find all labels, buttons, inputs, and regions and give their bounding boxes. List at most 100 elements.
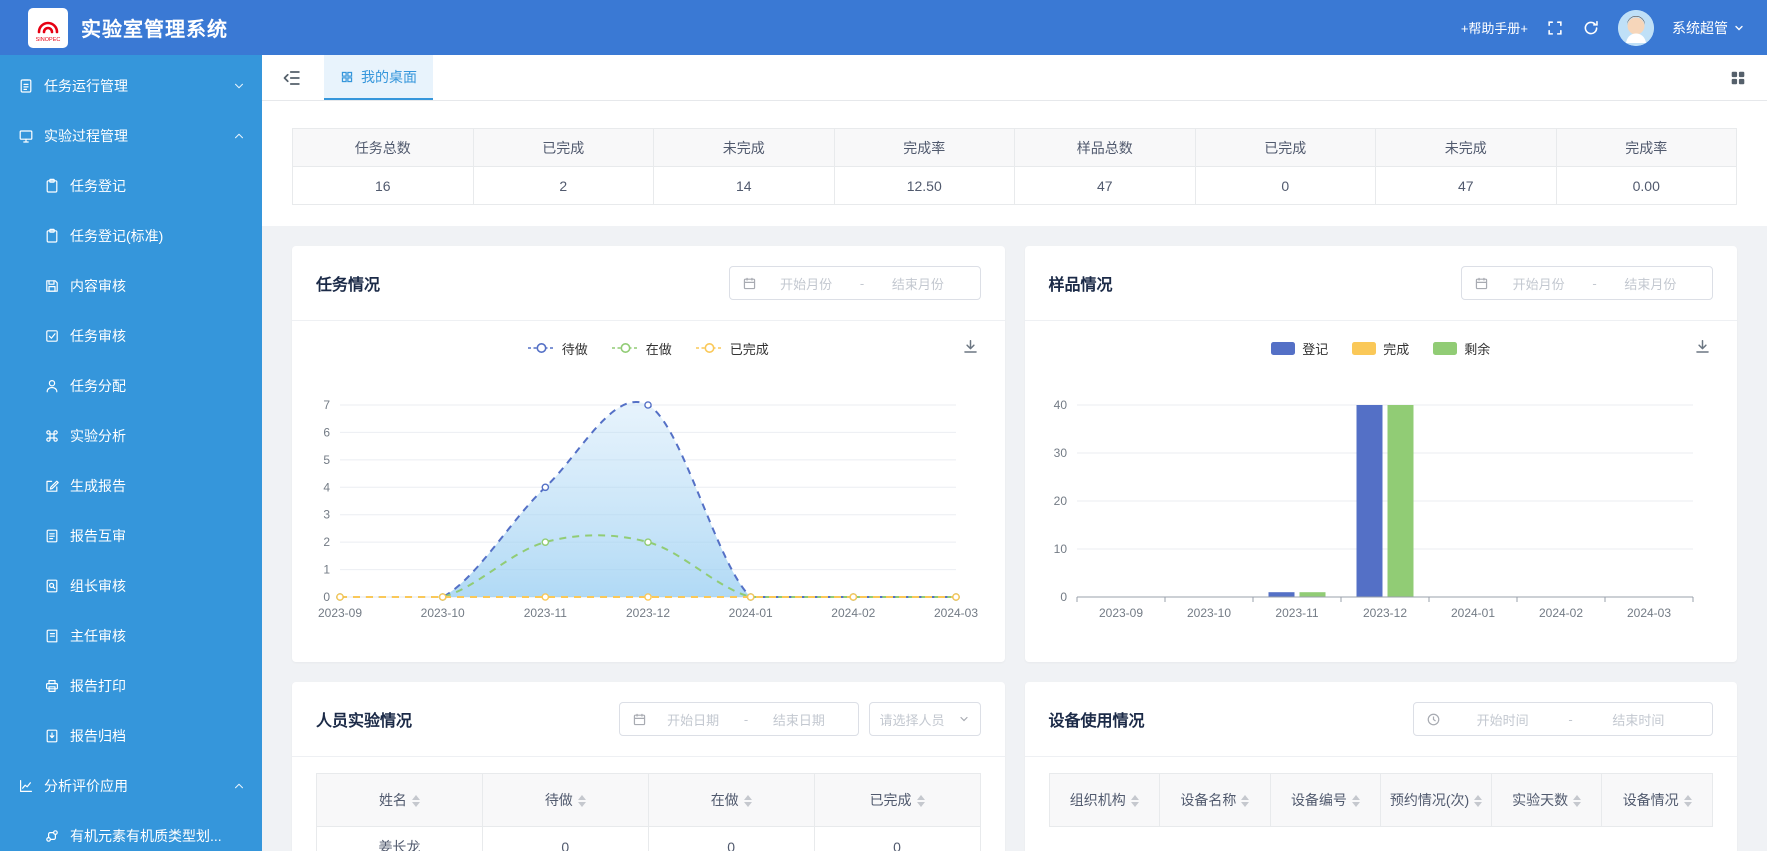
column-header[interactable]: 设备编号: [1269, 773, 1382, 827]
sort-caret-icon[interactable]: [1683, 795, 1692, 808]
sort-caret-icon[interactable]: [1474, 795, 1483, 808]
chevron-down-icon: [1735, 25, 1743, 30]
sidebar-item[interactable]: 内容审核: [0, 261, 262, 311]
sidebar-item[interactable]: 实验分析: [0, 411, 262, 461]
legend-label: 已完成: [729, 341, 769, 357]
app-logo: SINOPEC: [28, 7, 68, 48]
table-row[interactable]: 姜长龙 0 0 0: [316, 826, 981, 851]
sidebar-item-label: 内容审核: [70, 278, 126, 294]
layout-grid-icon[interactable]: [1729, 69, 1747, 87]
fullscreen-icon[interactable]: [1546, 19, 1564, 37]
tab-my-desktop[interactable]: 我的桌面: [324, 55, 433, 100]
legend-item[interactable]: 已完成: [695, 339, 769, 358]
legend-line-marker: [611, 343, 639, 353]
sidebar-item[interactable]: 主任审核: [0, 611, 262, 661]
legend-item[interactable]: 待做: [527, 339, 588, 358]
sidebar-item[interactable]: 报告互审: [0, 511, 262, 561]
sort-caret-icon[interactable]: [1351, 795, 1360, 808]
sidebar-item-label: 分析评价应用: [44, 778, 128, 794]
sidebar-item[interactable]: 任务审核: [0, 311, 262, 361]
sort-caret-icon[interactable]: [743, 795, 752, 808]
equipment-time-range-picker[interactable]: 开始时间 - 结束时间: [1413, 702, 1713, 736]
legend-label: 在做: [645, 341, 672, 357]
sidebar-item[interactable]: 实验过程管理: [0, 111, 262, 161]
stats-section: 任务总数 已完成 未完成 完成率 样品总数 已完成 未完成 完成率 16 2 14 12.50 47 0…: [262, 101, 1767, 226]
personnel-date-range-picker[interactable]: 开始日期 - 结束日期: [618, 702, 859, 736]
column-header[interactable]: 实验天数: [1490, 773, 1603, 827]
svg-text:7: 7: [324, 398, 331, 412]
stats-value-cell: 47: [1014, 166, 1196, 205]
sidebar-item[interactable]: 报告打印: [0, 661, 262, 711]
column-header[interactable]: 预约情况(次): [1380, 773, 1492, 827]
column-header[interactable]: 待做: [481, 773, 649, 827]
sidebar-item[interactable]: 组长审核: [0, 561, 262, 611]
stats-value-cell: 0.00: [1555, 166, 1737, 205]
sidebar-item[interactable]: 有机元素有机质类型划...: [0, 811, 262, 851]
legend-item[interactable]: 完成: [1352, 339, 1409, 358]
sidebar-item-label: 任务运行管理: [44, 78, 128, 94]
stats-value-cell: 0: [1194, 166, 1376, 205]
calendar-icon: [1475, 277, 1488, 289]
sidebar-item-label: 报告互审: [70, 528, 126, 544]
sidebar-item-label: 生成报告: [70, 478, 126, 494]
range-separator: -: [1568, 711, 1573, 727]
sort-caret-icon[interactable]: [1241, 795, 1250, 808]
stats-value-cell: 16: [292, 166, 474, 205]
download-icon[interactable]: [962, 338, 979, 355]
column-header[interactable]: 设备名称: [1159, 773, 1271, 827]
sort-caret-icon[interactable]: [1573, 795, 1582, 808]
table-cell: 0: [813, 826, 981, 851]
column-header[interactable]: 姓名: [316, 773, 483, 827]
personnel-select[interactable]: 请选择人员: [868, 702, 981, 736]
chevron-down-icon: [234, 83, 244, 89]
download-icon[interactable]: [1694, 338, 1711, 355]
sample-chart-legend: 登记 完成 剩余: [1025, 325, 1738, 371]
help-manual-link[interactable]: +帮助手册+: [1461, 18, 1528, 37]
column-header[interactable]: 在做: [647, 773, 815, 827]
stats-header-cell: 已完成: [472, 128, 654, 167]
doc-search-icon: [46, 579, 58, 593]
column-header[interactable]: 组织机构: [1048, 773, 1161, 827]
task-month-range-picker[interactable]: 开始月份 - 结束月份: [728, 266, 981, 300]
sidebar-fold-icon[interactable]: [282, 68, 302, 88]
sidebar-item[interactable]: 生成报告: [0, 461, 262, 511]
end-month-placeholder: 结束月份: [891, 276, 944, 292]
sort-caret-icon[interactable]: [411, 795, 420, 808]
legend-item[interactable]: 登记: [1271, 339, 1328, 358]
command-icon: [46, 430, 58, 442]
stats-header-cell: 未完成: [653, 128, 835, 167]
refresh-icon[interactable]: [1582, 19, 1600, 37]
avatar-face-icon: [1618, 9, 1654, 46]
sort-caret-icon[interactable]: [1130, 795, 1139, 808]
sample-panel-header: 样品情况 开始月份 - 结束月份: [1024, 246, 1737, 321]
sidebar-item[interactable]: 分析评价应用: [0, 761, 262, 811]
save-icon: [46, 280, 58, 292]
svg-text:0: 0: [1060, 590, 1067, 604]
sort-caret-icon[interactable]: [916, 795, 925, 808]
legend-swatch: [1271, 341, 1296, 355]
tables-row: 人员实验情况 开始日期 - 结束日期 请选择人员 姓名 待做 在做 已完成 姜长…: [292, 682, 1737, 851]
sample-month-range-picker[interactable]: 开始月份 - 结束月份: [1461, 266, 1713, 300]
svg-text:30: 30: [1053, 446, 1067, 460]
main-area: 我的桌面 任务总数 已完成 未完成 完成率 样品总数 已完成 未完成 完成率 16 2 14 12.…: [262, 55, 1767, 851]
desktop-grid-icon: [341, 71, 353, 82]
clipboard-icon: [46, 228, 58, 243]
legend-item[interactable]: 剩余: [1433, 339, 1490, 358]
range-separator: -: [859, 275, 865, 291]
column-header[interactable]: 设备情况: [1601, 773, 1713, 827]
legend-item[interactable]: 在做: [611, 339, 672, 358]
user-menu[interactable]: 系统超管: [1672, 18, 1745, 38]
column-header[interactable]: 已完成: [813, 773, 981, 827]
sidebar-item[interactable]: 任务登记: [0, 161, 262, 211]
personnel-panel-title: 人员实验情况: [316, 713, 413, 730]
stats-header-cell: 样品总数: [1014, 128, 1196, 167]
sidebar-item[interactable]: 报告归档: [0, 711, 262, 761]
sidebar-item[interactable]: 任务登记(标准): [0, 211, 262, 261]
stats-value-cell: 14: [653, 166, 835, 205]
body-row: 任务运行管理实验过程管理 任务登记 任务登记(标准) 内容审核任务审核 任务分配 实验分析…: [0, 55, 1767, 851]
stats-header-row: 任务总数 已完成 未完成 完成率 样品总数 已完成 未完成 完成率: [292, 128, 1737, 167]
avatar[interactable]: [1618, 9, 1654, 46]
sidebar-item[interactable]: 任务分配: [0, 361, 262, 411]
sort-caret-icon[interactable]: [577, 795, 586, 808]
sidebar-item[interactable]: 任务运行管理: [0, 61, 262, 111]
